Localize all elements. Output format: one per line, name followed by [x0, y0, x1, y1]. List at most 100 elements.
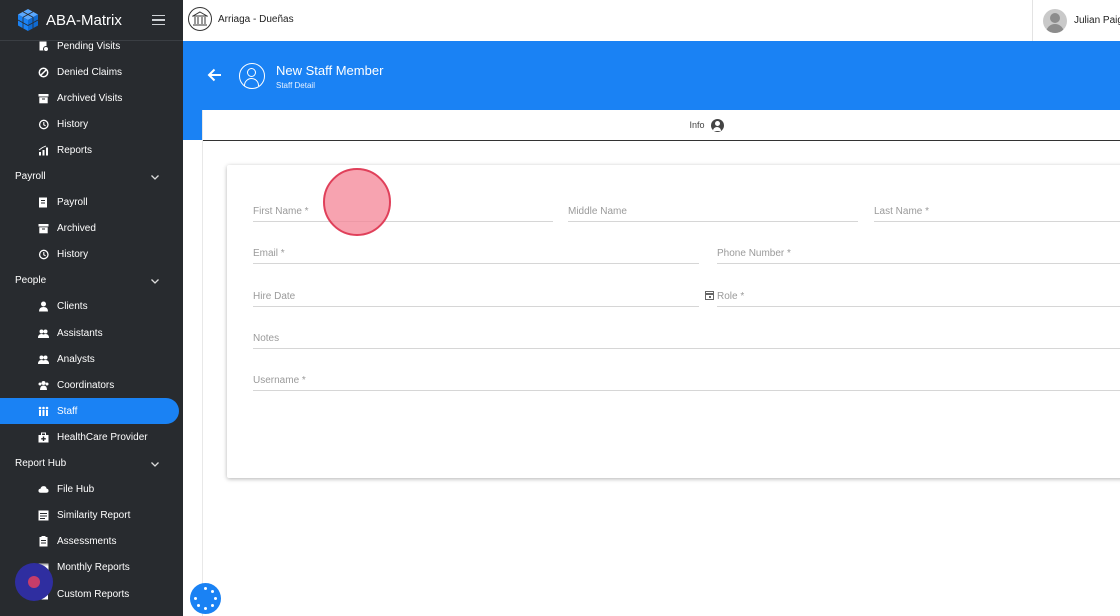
middle-name-label: Middle Name [568, 206, 627, 217]
account-circle-icon[interactable] [710, 118, 724, 132]
analysts-icon [38, 354, 49, 365]
section-report-hub[interactable]: Report Hub [0, 451, 183, 477]
sidebar-item-label: File Hub [57, 484, 95, 496]
section-payroll[interactable]: Payroll [0, 163, 183, 189]
sidebar-item-label: Assistants [57, 327, 103, 339]
role-label: Role * [717, 291, 745, 302]
sidebar-item-payroll-history[interactable]: History [0, 242, 183, 268]
org-seal-icon [188, 7, 212, 31]
sidebar-item-payroll[interactable]: Payroll [0, 190, 183, 216]
header-extension [183, 110, 203, 140]
app-name: ABA-Matrix [46, 11, 122, 29]
sidebar-item-label: Analysts [57, 353, 95, 365]
pending-visits-icon [38, 41, 49, 52]
sidebar-item-label: HealthCare Provider [57, 431, 148, 443]
page-subtitle: Staff Detail [276, 81, 315, 90]
org-selector[interactable]: Arriaga - Dueñas [188, 7, 294, 31]
assistants-icon [38, 328, 49, 339]
chevron-down-icon [151, 172, 159, 182]
floating-chat-bubble[interactable] [15, 563, 53, 601]
first-name-field[interactable]: First Name * [253, 199, 553, 222]
sidebar-item-label: Pending Visits [57, 40, 121, 52]
phone-number-field[interactable]: Phone Number * [717, 241, 1120, 264]
sidebar-item-reports[interactable]: Reports [0, 137, 183, 163]
sidebar-item-analysts[interactable]: Analysts [0, 346, 183, 372]
sidebar-item-assistants[interactable]: Assistants [0, 320, 183, 346]
sidebar-item-label: Staff [57, 405, 78, 417]
sidebar-item-healthcare-provider[interactable]: HealthCare Provider [0, 424, 183, 450]
user-menu[interactable]: Julian Paig [1032, 0, 1120, 41]
sidebar-item-archived-visits[interactable]: Archived Visits [0, 85, 183, 111]
tab-info[interactable]: Info [689, 120, 704, 130]
sidebar-item-label: Archived [57, 223, 96, 235]
staff-icon [38, 406, 49, 417]
avatar [1043, 8, 1067, 33]
sidebar-item-label: Denied Claims [57, 66, 123, 78]
top-bar: Arriaga - Dueñas Julian Paig [183, 0, 1120, 42]
section-people[interactable]: People [0, 268, 183, 294]
sidebar-item-assessments[interactable]: Assessments [0, 529, 183, 555]
archive-icon [38, 223, 49, 234]
email-field[interactable]: Email * [253, 241, 699, 264]
sidebar-item-coordinators[interactable]: Coordinators [0, 372, 183, 398]
denied-icon [38, 67, 49, 78]
sidebar-item-file-hub[interactable]: File Hub [0, 477, 183, 503]
role-field[interactable]: Role * [717, 284, 1120, 307]
sidebar-item-label: Similarity Report [57, 510, 131, 522]
client-icon [38, 301, 49, 312]
sidebar-item-history[interactable]: History [0, 111, 183, 137]
sidebar-item-label: Monthly Reports [57, 562, 130, 574]
middle-name-field[interactable]: Middle Name [568, 199, 858, 222]
sidebar-nav: Pending Visits Denied Claims Archived Vi… [0, 33, 183, 607]
healthcare-icon [38, 432, 49, 443]
loading-spinner-icon [190, 583, 221, 614]
first-name-label: First Name * [253, 206, 309, 217]
email-label: Email * [253, 248, 285, 259]
username-field[interactable]: Username * [253, 368, 1120, 391]
section-label: Report Hub [15, 458, 67, 470]
coordinators-icon [38, 380, 49, 391]
sidebar-item-label: History [57, 249, 89, 261]
hamburger-menu-icon[interactable] [152, 12, 165, 29]
sidebar-item-denied-claims[interactable]: Denied Claims [0, 59, 183, 85]
archive-icon [38, 93, 49, 104]
hire-date-label: Hire Date [253, 291, 296, 302]
sidebar-item-label: Reports [57, 144, 93, 156]
sidebar-item-label: Custom Reports [57, 588, 130, 600]
payroll-icon [38, 197, 49, 208]
content-divider [202, 110, 203, 616]
staff-avatar-icon [239, 63, 265, 89]
history-icon [38, 249, 49, 260]
similarity-icon [38, 510, 49, 521]
hire-date-field[interactable]: Hire Date [253, 284, 699, 307]
back-arrow-icon[interactable] [207, 68, 222, 85]
sidebar: ABA-Matrix Pending Visits Denied Claims … [0, 0, 183, 616]
cube-logo-icon [17, 9, 39, 31]
section-label: People [15, 275, 47, 287]
sidebar-item-label: Assessments [57, 536, 117, 548]
page-header: New Staff Member Staff Detail [183, 41, 1120, 110]
sidebar-item-pending-visits[interactable]: Pending Visits [0, 33, 183, 59]
user-name: Julian Paig [1074, 15, 1120, 26]
touch-indicator [323, 168, 391, 236]
last-name-field[interactable]: Last Name * [874, 199, 1120, 222]
username-label: Username * [253, 375, 306, 386]
notes-field[interactable]: Notes [253, 326, 1120, 349]
history-icon [38, 119, 49, 130]
notes-label: Notes [253, 333, 280, 344]
cloud-icon [38, 484, 49, 495]
sidebar-item-archived[interactable]: Archived [0, 216, 183, 242]
sidebar-item-label: Archived Visits [57, 92, 123, 104]
sidebar-item-similarity-report[interactable]: Similarity Report [0, 503, 183, 529]
tab-bar: Info [203, 110, 1120, 141]
sidebar-item-clients[interactable]: Clients [0, 294, 183, 320]
chevron-down-icon [151, 459, 159, 469]
reports-icon [38, 145, 49, 156]
sidebar-item-staff[interactable]: Staff [0, 398, 179, 425]
last-name-label: Last Name * [874, 206, 930, 217]
section-label: Payroll [15, 171, 46, 183]
sidebar-item-label: History [57, 118, 89, 130]
calendar-icon[interactable] [705, 291, 714, 300]
sidebar-item-label: Payroll [57, 197, 88, 209]
sidebar-item-label: Coordinators [57, 379, 115, 391]
